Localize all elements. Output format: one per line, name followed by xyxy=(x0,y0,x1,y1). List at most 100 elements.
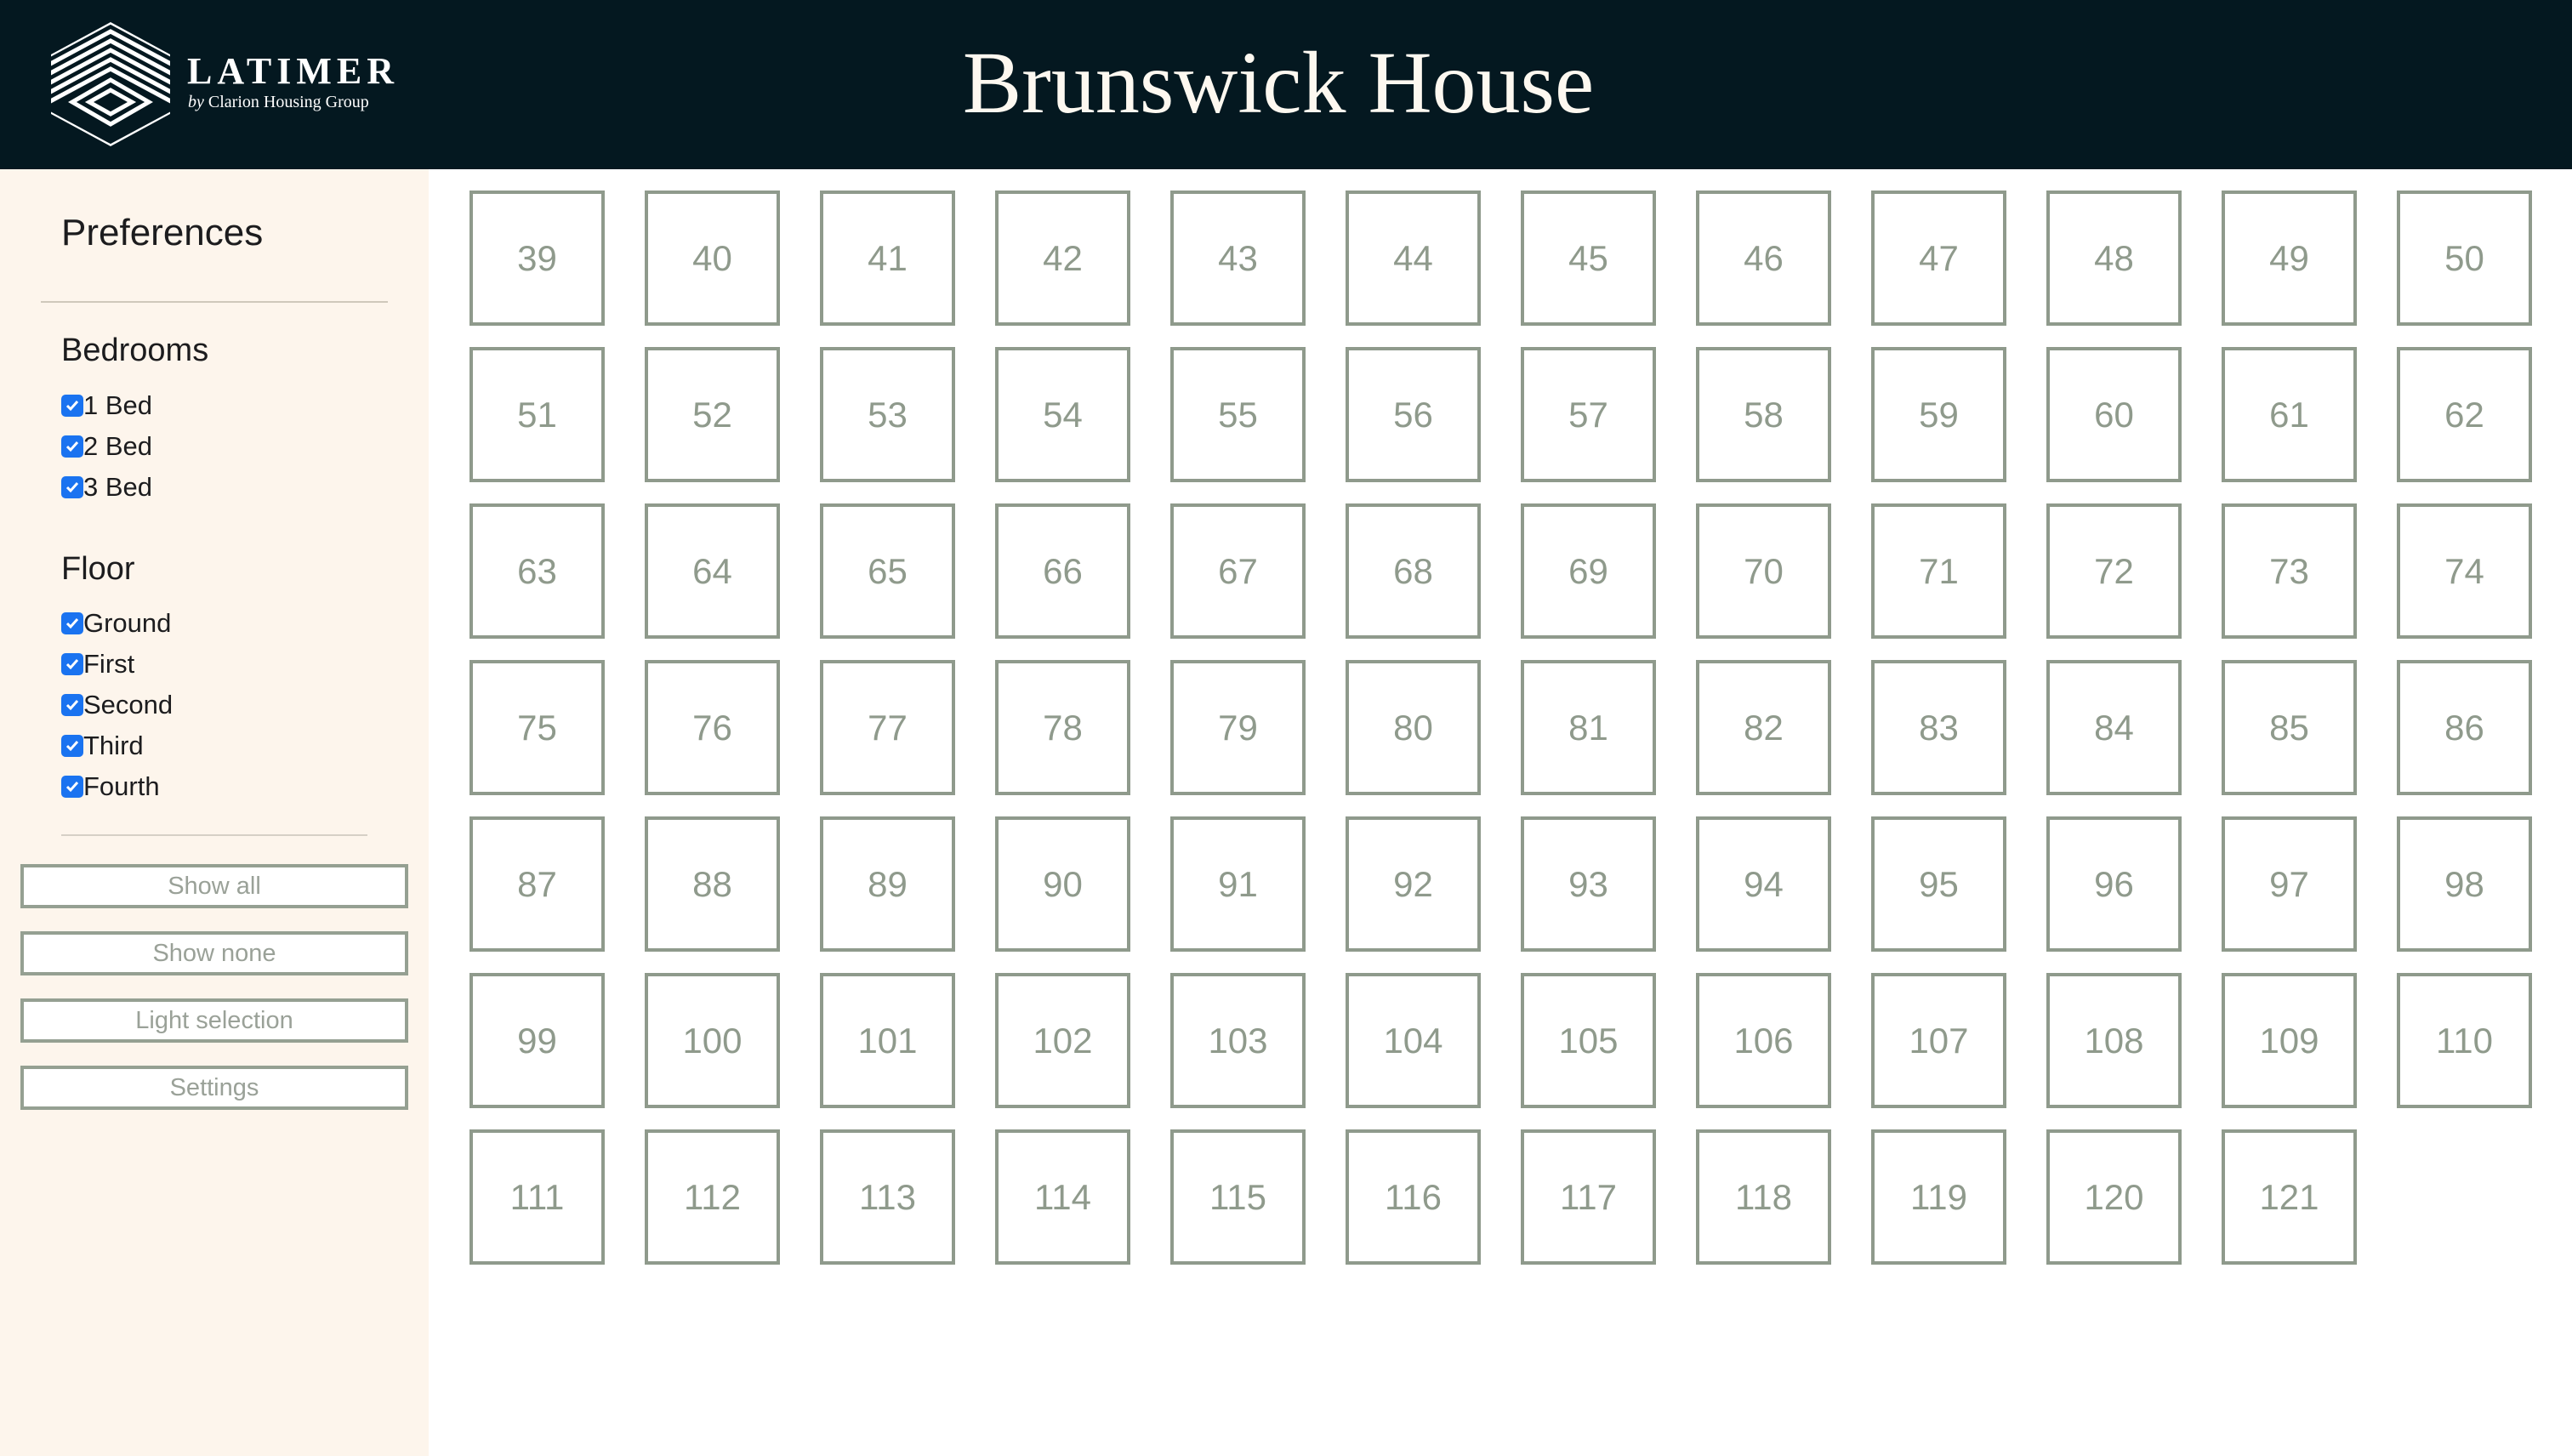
unit-tile[interactable]: 106 xyxy=(1696,973,1831,1108)
unit-tile[interactable]: 118 xyxy=(1696,1129,1831,1265)
unit-tile[interactable]: 76 xyxy=(645,660,780,795)
unit-tile[interactable]: 119 xyxy=(1871,1129,2006,1265)
unit-tile[interactable]: 63 xyxy=(469,503,605,639)
unit-tile[interactable]: 51 xyxy=(469,347,605,482)
unit-tile[interactable]: 108 xyxy=(2046,973,2182,1108)
unit-tile[interactable]: 62 xyxy=(2397,347,2532,482)
unit-tile[interactable]: 97 xyxy=(2222,816,2357,952)
unit-tile[interactable]: 116 xyxy=(1346,1129,1481,1265)
unit-tile[interactable]: 83 xyxy=(1871,660,2006,795)
unit-tile[interactable]: 55 xyxy=(1170,347,1306,482)
unit-tile[interactable]: 50 xyxy=(2397,191,2532,326)
checkbox-first[interactable]: First xyxy=(61,647,134,681)
unit-tile[interactable]: 95 xyxy=(1871,816,2006,952)
unit-tile[interactable]: 54 xyxy=(995,347,1130,482)
unit-tile[interactable]: 117 xyxy=(1521,1129,1656,1265)
settings-button[interactable]: Settings xyxy=(20,1066,408,1110)
unit-tile[interactable]: 68 xyxy=(1346,503,1481,639)
unit-tile[interactable]: 111 xyxy=(469,1129,605,1265)
unit-tile[interactable]: 105 xyxy=(1521,973,1656,1108)
checkbox-checked-icon[interactable] xyxy=(61,694,83,716)
unit-tile[interactable]: 64 xyxy=(645,503,780,639)
unit-tile[interactable]: 94 xyxy=(1696,816,1831,952)
unit-tile[interactable]: 99 xyxy=(469,973,605,1108)
checkbox-second[interactable]: Second xyxy=(61,688,173,722)
unit-tile[interactable]: 88 xyxy=(645,816,780,952)
unit-tile[interactable]: 101 xyxy=(820,973,955,1108)
unit-tile[interactable]: 58 xyxy=(1696,347,1831,482)
checkbox-checked-icon[interactable] xyxy=(61,776,83,798)
unit-tile[interactable]: 110 xyxy=(2397,973,2532,1108)
unit-tile[interactable]: 42 xyxy=(995,191,1130,326)
unit-tile[interactable]: 85 xyxy=(2222,660,2357,795)
unit-tile[interactable]: 103 xyxy=(1170,973,1306,1108)
checkbox-fourth[interactable]: Fourth xyxy=(61,770,160,804)
unit-tile[interactable]: 109 xyxy=(2222,973,2357,1108)
unit-tile[interactable]: 96 xyxy=(2046,816,2182,952)
unit-tile[interactable]: 89 xyxy=(820,816,955,952)
unit-tile[interactable]: 112 xyxy=(645,1129,780,1265)
unit-tile[interactable]: 71 xyxy=(1871,503,2006,639)
unit-tile[interactable]: 40 xyxy=(645,191,780,326)
unit-tile[interactable]: 115 xyxy=(1170,1129,1306,1265)
light-selection-button[interactable]: Light selection xyxy=(20,998,408,1043)
unit-tile[interactable]: 72 xyxy=(2046,503,2182,639)
unit-tile[interactable]: 43 xyxy=(1170,191,1306,326)
unit-tile[interactable]: 81 xyxy=(1521,660,1656,795)
unit-tile[interactable]: 61 xyxy=(2222,347,2357,482)
unit-tile[interactable]: 100 xyxy=(645,973,780,1108)
unit-tile[interactable]: 41 xyxy=(820,191,955,326)
unit-tile[interactable]: 73 xyxy=(2222,503,2357,639)
unit-tile[interactable]: 46 xyxy=(1696,191,1831,326)
unit-tile[interactable]: 67 xyxy=(1170,503,1306,639)
unit-tile[interactable]: 80 xyxy=(1346,660,1481,795)
unit-tile[interactable]: 121 xyxy=(2222,1129,2357,1265)
unit-tile[interactable]: 59 xyxy=(1871,347,2006,482)
unit-tile[interactable]: 66 xyxy=(995,503,1130,639)
unit-tile[interactable]: 57 xyxy=(1521,347,1656,482)
unit-tile[interactable]: 70 xyxy=(1696,503,1831,639)
checkbox-checked-icon[interactable] xyxy=(61,735,83,757)
unit-tile[interactable]: 114 xyxy=(995,1129,1130,1265)
unit-tile[interactable]: 107 xyxy=(1871,973,2006,1108)
unit-tile[interactable]: 65 xyxy=(820,503,955,639)
unit-tile[interactable]: 87 xyxy=(469,816,605,952)
checkbox-checked-icon[interactable] xyxy=(61,476,83,498)
unit-tile[interactable]: 91 xyxy=(1170,816,1306,952)
unit-tile[interactable]: 53 xyxy=(820,347,955,482)
unit-tile[interactable]: 92 xyxy=(1346,816,1481,952)
unit-tile[interactable]: 98 xyxy=(2397,816,2532,952)
unit-tile[interactable]: 79 xyxy=(1170,660,1306,795)
checkbox-checked-icon[interactable] xyxy=(61,653,83,675)
unit-tile[interactable]: 49 xyxy=(2222,191,2357,326)
unit-tile[interactable]: 77 xyxy=(820,660,955,795)
unit-tile[interactable]: 104 xyxy=(1346,973,1481,1108)
unit-tile[interactable]: 86 xyxy=(2397,660,2532,795)
unit-tile[interactable]: 78 xyxy=(995,660,1130,795)
unit-tile[interactable]: 120 xyxy=(2046,1129,2182,1265)
checkbox-checked-icon[interactable] xyxy=(61,395,83,417)
unit-tile[interactable]: 102 xyxy=(995,973,1130,1108)
checkbox-ground[interactable]: Ground xyxy=(61,606,171,640)
unit-tile[interactable]: 44 xyxy=(1346,191,1481,326)
unit-tile[interactable]: 69 xyxy=(1521,503,1656,639)
unit-tile[interactable]: 90 xyxy=(995,816,1130,952)
checkbox-checked-icon[interactable] xyxy=(61,435,83,458)
unit-tile[interactable]: 56 xyxy=(1346,347,1481,482)
unit-tile[interactable]: 113 xyxy=(820,1129,955,1265)
unit-tile[interactable]: 48 xyxy=(2046,191,2182,326)
unit-tile[interactable]: 60 xyxy=(2046,347,2182,482)
checkbox-3-bed[interactable]: 3 Bed xyxy=(61,470,152,504)
checkbox-1-bed[interactable]: 1 Bed xyxy=(61,389,152,423)
unit-tile[interactable]: 45 xyxy=(1521,191,1656,326)
unit-tile[interactable]: 47 xyxy=(1871,191,2006,326)
unit-tile[interactable]: 93 xyxy=(1521,816,1656,952)
unit-tile[interactable]: 84 xyxy=(2046,660,2182,795)
unit-tile[interactable]: 74 xyxy=(2397,503,2532,639)
unit-tile[interactable]: 39 xyxy=(469,191,605,326)
unit-tile[interactable]: 52 xyxy=(645,347,780,482)
unit-tile[interactable]: 75 xyxy=(469,660,605,795)
checkbox-2-bed[interactable]: 2 Bed xyxy=(61,429,152,464)
unit-tile[interactable]: 82 xyxy=(1696,660,1831,795)
show-all-button[interactable]: Show all xyxy=(20,864,408,908)
